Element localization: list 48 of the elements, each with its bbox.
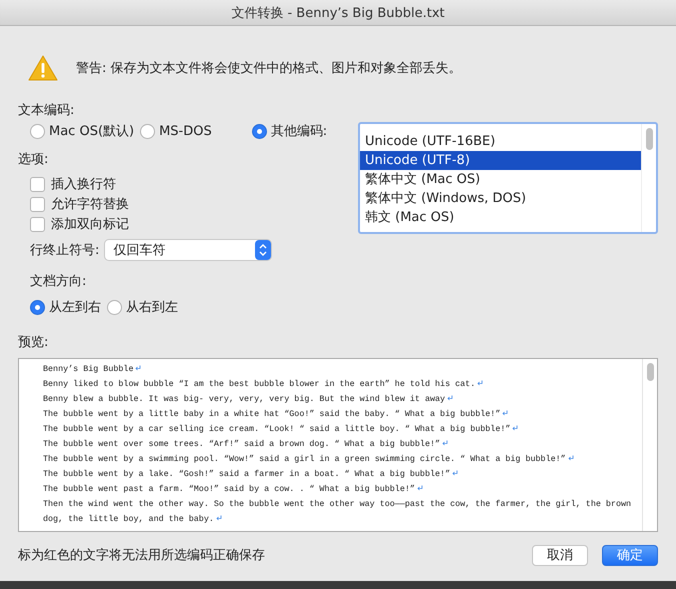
preview-paragraph: The bubble went by a car selling ice cream. “Look! “ said a little boy. “ What a big bubble!” xyxy=(43,422,642,437)
paragraph-mark-icon xyxy=(442,440,448,446)
checkbox-option[interactable]: 添加双向标记 xyxy=(30,215,129,233)
radio-option[interactable]: 从右到左 xyxy=(107,298,178,316)
list-item[interactable]: 繁体中文 (Mac OS) xyxy=(360,170,641,189)
paragraph-mark-icon xyxy=(568,455,574,461)
window-title: 文件转换 - Benny’s Big Bubble.txt xyxy=(231,4,445,22)
paragraph-mark-icon xyxy=(216,515,222,521)
scrollbar-thumb[interactable] xyxy=(646,363,654,381)
paragraph-mark-icon xyxy=(135,365,142,371)
warning-message: 警告: 保存为文本文件将会使文件中的格式、图片和对象全部丢失。 xyxy=(76,60,462,77)
paragraph-mark-icon xyxy=(452,470,458,476)
paragraph-mark-icon xyxy=(512,425,518,431)
radio-option[interactable]: 从左到右 xyxy=(30,298,101,316)
scrollbar-thumb[interactable] xyxy=(646,128,652,150)
paragraph-mark-icon xyxy=(477,380,484,386)
field-label: 行终止符号: xyxy=(30,242,100,259)
list-item[interactable]: Unicode (UTF-8) xyxy=(360,151,641,170)
preview-paragraph: Then the wind went the other way. So the bubble went the other way too——past the cow, the farmer, the girl, the brown dog, the little boy, and the baby. xyxy=(43,498,632,526)
encoding-list[interactable]: Unicode (UTF-16BE) Unicode (UTF-8) 繁体中文 (Mac OS) 繁体中文 (Windows, DOS) 韩文 (Mac OS) xyxy=(358,122,658,234)
paragraph-mark-icon xyxy=(447,395,454,401)
checkbox-option[interactable]: 允许字符替换 xyxy=(30,195,129,213)
preview-paragraph: Benny blew a bubble. It was big- very, very, very big. But the wind blew it away xyxy=(43,392,642,407)
preview-paragraph: The bubble went over some trees. “Arf!” said a brown dog. “ What a big bubble!” xyxy=(43,437,642,452)
list-item[interactable]: 繁体中文 (Windows, DOS) xyxy=(360,189,641,208)
checkbox-option[interactable]: 插入换行符 xyxy=(30,175,116,193)
line-ending-select[interactable]: 仅回车符 xyxy=(105,240,272,260)
list-item[interactable]: Unicode (UTF-16BE) xyxy=(360,132,641,151)
stepper-icon xyxy=(255,240,272,260)
radio-option[interactable]: MS-DOS xyxy=(140,124,212,138)
section-label: 文本编码: xyxy=(18,102,74,119)
radio-option[interactable]: Mac OS(默认) xyxy=(30,122,134,140)
cancel-button[interactable]: 取消 xyxy=(532,544,588,566)
preview-paragraph: Benny liked to blow bubble “I am the best bubble blower in the earth” he told his cat. xyxy=(43,377,642,392)
paragraph-mark-icon xyxy=(416,485,423,491)
list-item[interactable]: 韩文 (Mac OS) xyxy=(360,208,641,227)
paragraph-mark-icon xyxy=(502,410,508,416)
preview-paragraph: The bubble went by a lake. “Gosh!” said a farmer in a boat. “ What a big bubble!” xyxy=(43,467,642,482)
section-label: 文档方向: xyxy=(30,273,86,290)
note-text: 标为红色的文字将无法用所选编码正确保存 xyxy=(18,547,265,564)
section-label: 选项: xyxy=(18,151,48,168)
preview-paragraph: Benny’s Big Bubble xyxy=(43,362,642,377)
preview-paragraph: The bubble went past a farm. “Moo!” said by a cow. . “ What a big bubble!” xyxy=(43,482,642,497)
warning-icon xyxy=(28,55,58,81)
preview-paragraph: The bubble went by a little baby in a white hat “Goo!” said the baby. “ What a big bubble!” xyxy=(43,407,642,422)
radio-option[interactable]: 其他编码: xyxy=(252,122,328,140)
preview-paragraph: The bubble went by a swimming pool. “Wow!” said a girl in a green swimming circle. “ What a big bubble!” xyxy=(43,452,642,467)
section-label: 预览: xyxy=(18,334,48,351)
